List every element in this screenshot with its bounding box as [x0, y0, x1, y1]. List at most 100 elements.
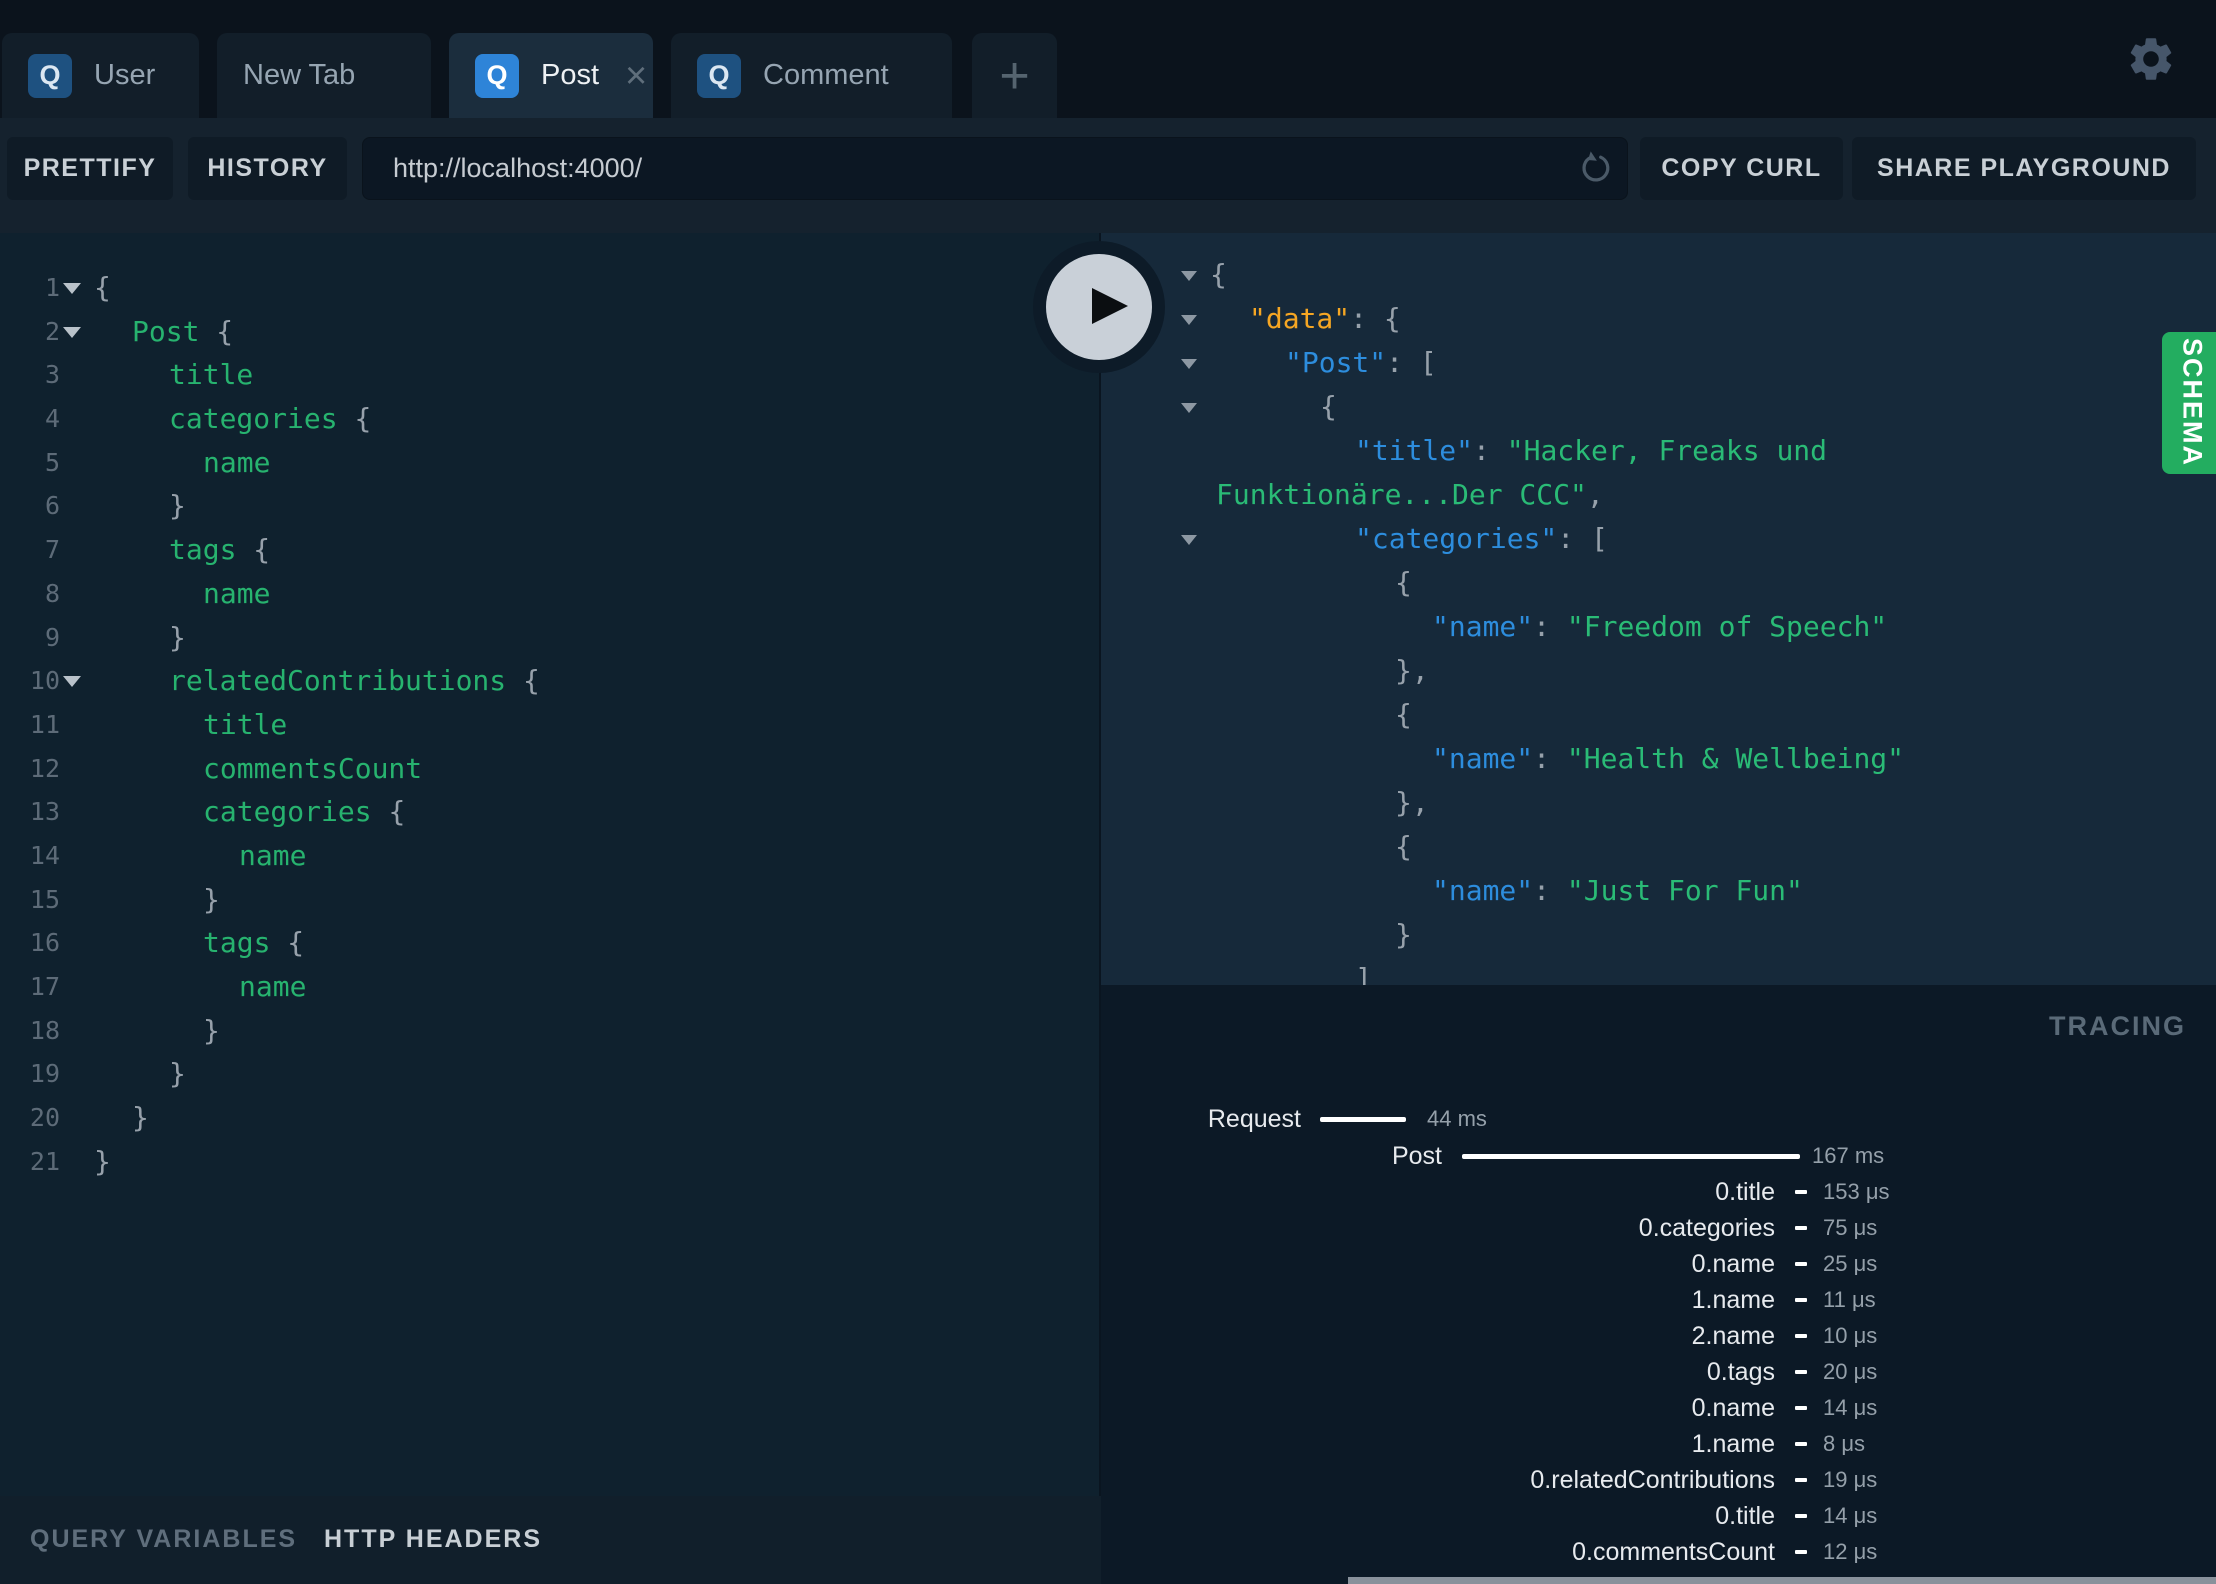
- tracing-resolver-time: 19 μs: [1823, 1467, 1878, 1492]
- tracing-title[interactable]: TRACING: [2049, 1011, 2186, 1041]
- code-token: "name": [1432, 610, 1534, 643]
- fold-arrow-icon[interactable]: [1181, 403, 1197, 413]
- tracing-resolver-bar: [1795, 1478, 1807, 1482]
- tracing-resolver-row: 1.name 8 μs: [1101, 1429, 2216, 1459]
- tab-user[interactable]: Q User: [2, 33, 199, 118]
- line-number: 9: [44, 622, 60, 652]
- settings-button[interactable]: [2122, 30, 2180, 88]
- code-token: title: [169, 358, 254, 392]
- editor-line: 4 categories {: [0, 397, 1101, 441]
- code-token: {: [94, 271, 111, 304]
- tracing-resolver-bar: [1795, 1190, 1807, 1194]
- tracing-resolver-time: 25 μs: [1823, 1251, 1878, 1276]
- code-token: {: [354, 402, 372, 436]
- fold-arrow-icon[interactable]: [63, 676, 81, 688]
- tracing-resolver-row: 0.name 25 μs: [1101, 1249, 2216, 1279]
- code-token: name: [203, 576, 271, 610]
- fold-arrow-icon[interactable]: [1181, 271, 1197, 281]
- tab-new-tab[interactable]: New Tab: [217, 33, 431, 118]
- response-code: },: [1395, 649, 1429, 693]
- tracing-resolver-time: 20 μs: [1823, 1359, 1878, 1384]
- new-tab-button[interactable]: +: [972, 33, 1057, 118]
- close-icon[interactable]: ×: [625, 57, 647, 95]
- tracing-resolver-label: 0.name: [1691, 1250, 1775, 1278]
- line-number: 5: [44, 447, 60, 477]
- execute-query-button[interactable]: [1032, 240, 1166, 374]
- response-line: {: [1101, 385, 2216, 429]
- line-number: 16: [29, 928, 60, 958]
- code-token: "name": [1432, 742, 1534, 775]
- code-token: name: [239, 970, 307, 1003]
- response-code: ]: [1355, 957, 1372, 985]
- response-code: "name": "Freedom of Speech": [1432, 605, 1887, 649]
- tracing-span-bar: [1462, 1154, 1800, 1159]
- endpoint-url-input[interactable]: [362, 137, 1628, 200]
- code-token: {: [1395, 698, 1412, 731]
- line-number: 2: [44, 316, 60, 346]
- tracing-resolver-label: 1.name: [1691, 1286, 1775, 1314]
- plus-icon: +: [999, 46, 1030, 105]
- fold-arrow-icon[interactable]: [63, 283, 81, 294]
- schema-label: SCHEMA: [2177, 338, 2208, 468]
- code-token: }: [169, 1057, 186, 1091]
- editor-line: 6}: [0, 484, 1101, 528]
- fold-arrow-icon[interactable]: [1181, 535, 1197, 545]
- copy-curl-button[interactable]: COPY CURL: [1640, 137, 1843, 200]
- response-code: "name": "Just For Fun": [1432, 869, 1803, 913]
- tracing-resolver-bar: [1795, 1550, 1807, 1554]
- code-token: :: [1473, 434, 1507, 467]
- response-line: "name": "Freedom of Speech": [1101, 605, 2216, 649]
- tab-comment[interactable]: Q Comment: [671, 33, 952, 118]
- response-code: {: [1210, 253, 1227, 297]
- tracing-scrollbar[interactable]: [1348, 1577, 2216, 1584]
- line-number: 12: [29, 753, 60, 783]
- fold-arrow-icon[interactable]: [63, 326, 81, 338]
- tab-bar: Q User New Tab Q Post × Q Comment +: [0, 0, 2216, 118]
- code-token: name: [239, 838, 307, 872]
- code-token: :: [1533, 610, 1567, 643]
- code-token: tags: [169, 533, 254, 567]
- tracing-resolver-time: 11 μs: [1823, 1287, 1876, 1312]
- tracing-span-time: 44 ms: [1427, 1106, 1487, 1131]
- tracing-span-label: Request: [1207, 1105, 1301, 1133]
- code-token: "Health & Wellbeing": [1566, 742, 1905, 775]
- refresh-icon[interactable]: [1576, 149, 1614, 187]
- code-token: },: [1395, 654, 1429, 687]
- tracing-resolver-bar: [1795, 1370, 1807, 1374]
- code-token: {: [253, 533, 271, 567]
- editor-line: 13 categories {: [0, 790, 1101, 834]
- tracing-resolver-label: 0.commentsCount: [1572, 1538, 1775, 1566]
- line-number: 11: [29, 709, 60, 739]
- code-token: : [: [1557, 522, 1608, 555]
- http-headers-tab[interactable]: HTTP HEADERS: [324, 1524, 542, 1554]
- tracing-resolver-bar: [1795, 1298, 1807, 1302]
- schema-sidebar-button[interactable]: SCHEMA: [2162, 332, 2216, 474]
- code-token: },: [1395, 786, 1429, 819]
- share-playground-button[interactable]: SHARE PLAYGROUND: [1852, 137, 2196, 200]
- line-number: 21: [29, 1146, 60, 1176]
- response-viewer: {"data": {"Post": [{"title": "Hacker, Fr…: [1101, 233, 2216, 985]
- fold-arrow-icon[interactable]: [1181, 315, 1197, 325]
- editor-line: 14 name: [0, 834, 1101, 878]
- tab-label: Comment: [763, 59, 889, 91]
- code-token: }: [169, 620, 186, 654]
- tracing-resolver-label: 0.title: [1715, 1178, 1775, 1206]
- editor-code: name: [203, 441, 270, 485]
- code-token: commentsCount: [203, 751, 423, 785]
- code-token: }: [132, 1101, 149, 1135]
- history-button[interactable]: HISTORY: [188, 137, 347, 200]
- query-editor[interactable]: 1{2 Post {3 title 4 categories {5 name 6} 7 tags…: [0, 233, 1101, 1496]
- tracing-span-time: 167 ms: [1812, 1143, 1885, 1168]
- response-code: "data": {: [1249, 297, 1401, 341]
- prettify-button[interactable]: PRETTIFY: [7, 137, 173, 200]
- code-token: "Post": [1285, 346, 1387, 379]
- code-token: relatedContributions: [169, 664, 524, 698]
- code-token: {: [1210, 258, 1227, 291]
- fold-arrow-icon[interactable]: [1181, 359, 1197, 369]
- line-number: 14: [29, 840, 60, 870]
- query-variables-tab[interactable]: QUERY VARIABLES: [30, 1524, 297, 1554]
- tracing-span-label: Post: [1391, 1142, 1442, 1170]
- tab-post[interactable]: Q Post ×: [449, 33, 653, 118]
- line-number: 6: [44, 491, 60, 521]
- editor-code: name: [203, 572, 270, 616]
